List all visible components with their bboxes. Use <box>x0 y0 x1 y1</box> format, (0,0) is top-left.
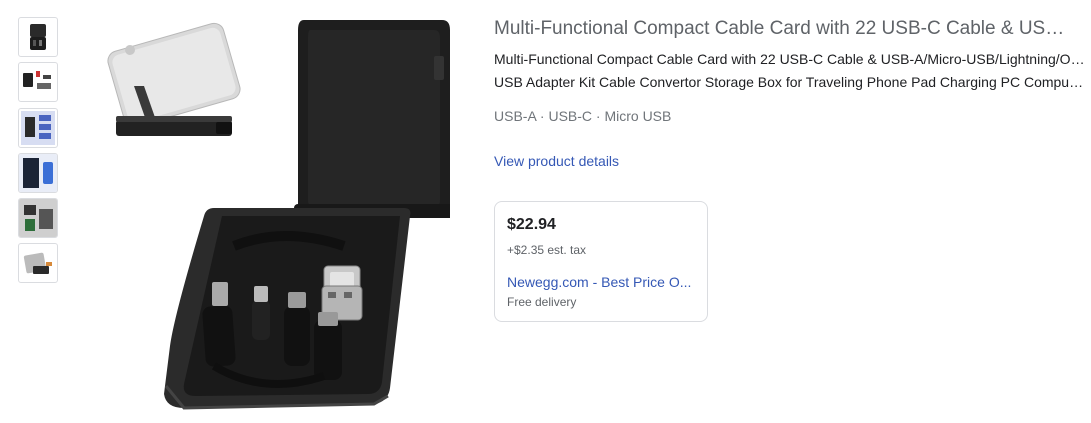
description-line-2: USB Adapter Kit Cable Convertor Storage … <box>494 74 1086 90</box>
infographic-thumbnail-icon <box>21 111 55 145</box>
offer-card[interactable]: $22.94 +$2.35 est. tax Newegg.com - Best… <box>494 201 708 322</box>
thumbnail-4[interactable] <box>18 153 58 193</box>
product-specs: USB-A · USB-C · Micro USB <box>494 108 672 124</box>
thumbnail-3[interactable] <box>18 108 58 148</box>
delivery-info: Free delivery <box>507 295 577 309</box>
estimated-tax: +$2.35 est. tax <box>507 243 587 257</box>
thumbnail-2[interactable] <box>18 62 58 102</box>
phone-stand-inset-image <box>107 22 241 136</box>
thumbnail-6[interactable] <box>18 243 58 283</box>
thumbnail-5[interactable] <box>18 198 58 238</box>
view-product-details-link[interactable]: View product details <box>494 151 619 171</box>
thumbnail-1[interactable] <box>18 17 58 57</box>
main-product-image[interactable] <box>104 16 454 418</box>
open-lid <box>294 20 454 218</box>
phone-stand-thumbnail-icon <box>23 252 52 274</box>
cable-accessories-thumbnail-icon <box>23 71 51 89</box>
price: $22.94 <box>507 216 556 233</box>
cable-card-product-image <box>107 20 454 410</box>
product-title[interactable]: Multi-Functional Compact Cable Card with… <box>494 16 1074 42</box>
description-line-1: Multi-Functional Compact Cable Card with… <box>494 51 1086 67</box>
product-description: Multi-Functional Compact Cable Card with… <box>494 48 1086 94</box>
seller-link[interactable]: Newegg.com - Best Price O... <box>507 274 697 290</box>
phone-charging-thumbnail-icon <box>19 154 57 192</box>
cable-card-thumbnail-icon <box>30 24 46 50</box>
desk-usage-thumbnail-icon <box>19 199 57 237</box>
